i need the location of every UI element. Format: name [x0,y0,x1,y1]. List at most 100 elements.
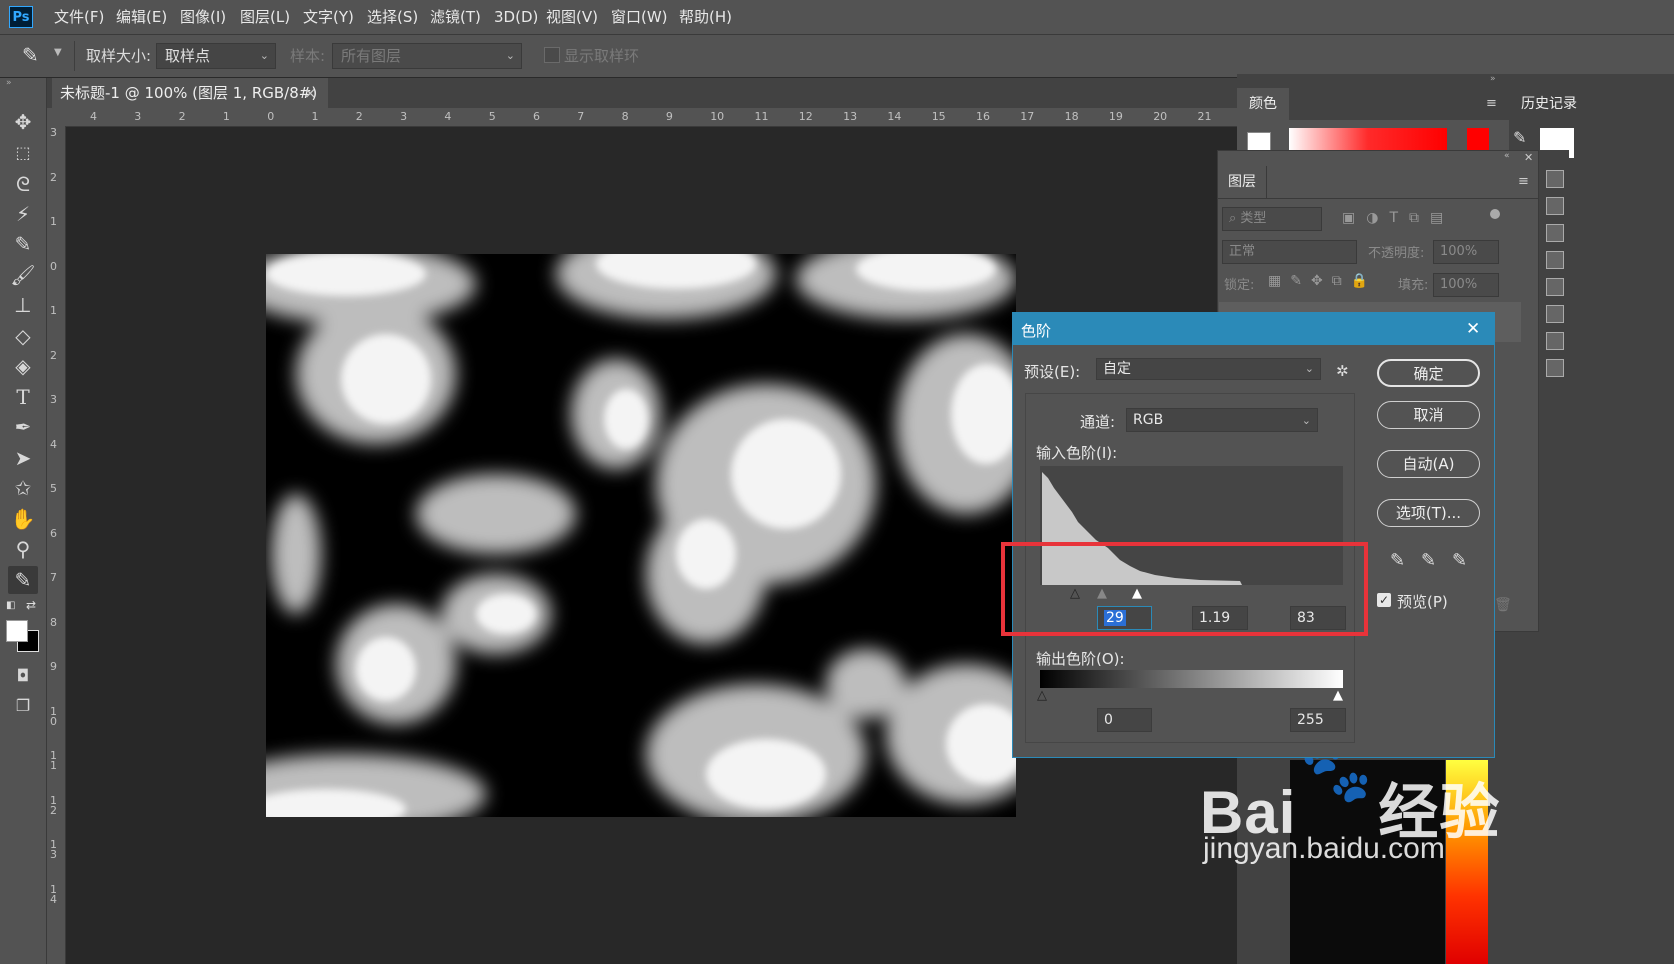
ruler-h-label: 10 [710,110,725,123]
properties-icon[interactable] [1546,170,1564,188]
menu-help[interactable]: 帮助(H) [679,6,732,28]
brush-tool-icon[interactable]: 🖌 [8,261,38,289]
document-canvas[interactable] [266,254,1016,817]
eyedropper-preset-icon[interactable]: ✎ [22,43,39,67]
output-white-field[interactable]: 255 [1290,708,1346,732]
magic-wand-tool-icon[interactable]: ⚡ [8,200,38,228]
eyedropper-tool-icon[interactable]: ✎ [8,230,38,258]
gray-point-eyedropper-icon[interactable]: ✎ [1421,550,1436,571]
paths-icon[interactable] [1546,305,1564,323]
layer-filter-value: 类型 [1240,211,1267,226]
menu-type[interactable]: 文字(Y) [303,6,354,28]
stamp-tool-icon[interactable]: ⊥ [8,291,38,319]
close-tab-icon[interactable]: × [304,84,317,102]
close-panel-icon[interactable]: ✕ [1524,151,1533,164]
adjustments-icon[interactable] [1546,197,1564,215]
eraser-tool-icon[interactable]: ◇ [8,322,38,350]
opacity-field[interactable]: 100% [1433,240,1499,264]
fill-field[interactable]: 100% [1433,273,1499,297]
cancel-button[interactable]: 取消 [1377,401,1480,429]
close-dialog-icon[interactable]: ✕ [1466,319,1480,339]
panel-menu-icon[interactable]: ≡ [1518,174,1529,189]
ruler-v-label: 7 [50,571,57,584]
history-brush-icon[interactable]: ✎ [1513,128,1526,147]
foreground-color-swatch[interactable] [6,620,28,642]
ruler-h-label: 0 [267,110,275,123]
expand-dock-icon[interactable]: » [1490,74,1496,84]
blend-mode-select[interactable]: 正常 [1222,240,1357,264]
fill-value: 100% [1440,277,1478,292]
watermark-url: jingyan.baidu.com [1203,832,1445,865]
ruler-h-label: 9 [665,110,673,123]
collapse-panel-icon[interactable]: « [1504,151,1510,161]
zoom-tool-icon[interactable]: ⚲ [8,535,38,563]
fill-tool-icon[interactable]: ◈ [8,352,38,380]
preview-label: 预览(P) [1397,593,1448,611]
preset-options-gear-icon[interactable]: ✲ [1336,362,1349,380]
chevron-down-icon[interactable]: ▼ [54,47,62,58]
sample-select[interactable]: 所有图层 ⌄ [332,43,522,69]
ruler-v-label: 8 [50,615,57,629]
tab-color[interactable]: 颜色 [1237,88,1289,120]
menu-image[interactable]: 图像(I) [180,6,226,28]
white-point-eyedropper-icon[interactable]: ✎ [1452,550,1467,571]
swap-colors-icon[interactable]: ⇄ [26,598,36,612]
document-tab[interactable]: 未标题-1 @ 100% (图层 1, RGB/8#) * [52,78,328,132]
dialog-title: 色阶 [1021,322,1052,340]
pen-tool-icon[interactable]: ✒ [8,413,38,441]
options-button[interactable]: 选项(T)... [1377,499,1480,527]
black-point-eyedropper-icon[interactable]: ✎ [1390,550,1405,571]
ruler-h-label: 2 [178,110,186,123]
preview-checkbox[interactable]: ✓ [1377,593,1391,607]
tab-history[interactable]: 历史记录 [1513,88,1674,120]
menu-view[interactable]: 视图(V) [546,6,598,28]
ok-button[interactable]: 确定 [1377,359,1480,387]
lasso-tool-icon[interactable]: ᘓ [8,170,38,198]
tab-layers[interactable]: 图层 [1218,166,1267,198]
output-black-field[interactable]: 0 [1097,708,1152,732]
output-gradient [1040,670,1343,688]
menu-3d[interactable]: 3D(D) [494,6,538,28]
output-black-slider[interactable]: △ [1037,688,1047,703]
menu-select[interactable]: 选择(S) [367,6,418,28]
menu-window[interactable]: 窗口(W) [611,6,668,28]
channels-icon[interactable] [1546,278,1564,296]
default-colors-icon[interactable]: ◧ [6,600,15,611]
libraries-icon[interactable] [1546,359,1564,377]
show-ring-checkbox[interactable] [544,47,560,63]
output-white-slider[interactable]: ▲ [1333,688,1343,703]
menu-file[interactable]: 文件(F) [54,6,104,28]
marquee-tool-icon[interactable]: ⬚ [8,139,38,167]
menu-edit[interactable]: 编辑(E) [116,6,167,28]
gradients-icon[interactable] [1546,251,1564,269]
ruler-v-label: 2 [50,170,57,184]
move-tool-icon[interactable]: ✥ [8,108,38,136]
sample-size-label: 取样大小: [86,47,152,65]
panel-menu-icon[interactable]: ≡ [1486,96,1497,111]
styles-icon[interactable] [1546,332,1564,350]
dialog-title-bar[interactable]: 色阶 ✕ [1013,313,1494,345]
menu-layer[interactable]: 图层(L) [240,6,290,28]
path-select-tool-icon[interactable]: ➤ [8,444,38,472]
trash-icon[interactable]: 🗑 [1494,597,1512,613]
shape-tool-icon[interactable]: ✩ [8,474,38,502]
channel-select[interactable]: RGB ⌄ [1126,408,1318,432]
quick-mask-icon[interactable]: ◘ [8,662,38,690]
swatches-icon[interactable] [1546,224,1564,242]
screen-mode-icon[interactable]: ❐ [8,692,38,720]
sample-size-select[interactable]: 取样点 ⌄ [156,43,276,69]
layer-filter-icons[interactable]: ▣◑T⧉▤ [1342,210,1454,226]
collapse-icon[interactable]: » [6,78,12,88]
filter-toggle-icon[interactable] [1490,209,1500,219]
layer-filter-select[interactable]: ⌕ 类型 [1222,207,1322,231]
preset-select[interactable]: 自定 ⌄ [1096,358,1321,380]
lock-icons[interactable]: ▦✎✥⧉🔒 [1268,273,1377,289]
hand-tool-icon[interactable]: ✋ [8,505,38,533]
auto-button[interactable]: 自动(A) [1377,450,1480,478]
opacity-value: 100% [1440,244,1478,259]
text-tool-icon[interactable]: T [8,383,38,411]
ruler-h-label: 14 [887,110,902,123]
menu-filter[interactable]: 滤镜(T) [430,6,481,28]
ruler-h-label: 17 [1020,110,1035,123]
eyedropper-active-tool-icon[interactable]: ✎ [8,566,38,594]
